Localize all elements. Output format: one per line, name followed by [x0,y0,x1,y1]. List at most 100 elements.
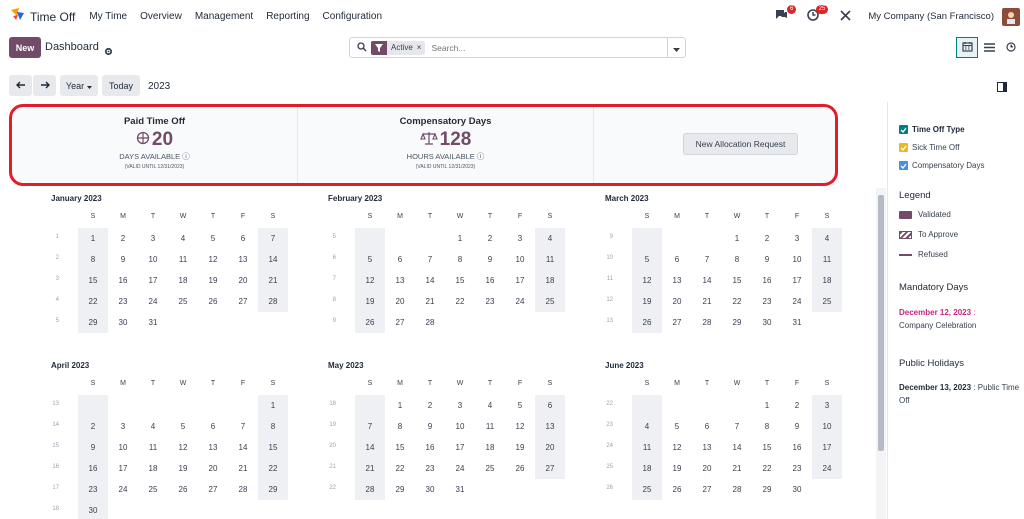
menu-configuration[interactable]: Configuration [323,11,382,22]
calendar-day[interactable]: 23 [78,479,108,500]
calendar-day[interactable]: 25 [475,458,505,479]
calendar-day[interactable]: 22 [258,458,288,479]
calendar-day[interactable]: 12 [505,416,535,437]
menu-my-time[interactable]: My Time [89,11,127,22]
calendar-day[interactable]: 30 [752,312,782,333]
calendar-day[interactable]: 18 [632,458,662,479]
calendar-day[interactable]: 28 [415,312,445,333]
calendar-day[interactable]: 1 [78,228,108,249]
calendar-day[interactable]: 12 [168,437,198,458]
calendar-day[interactable]: 19 [355,291,385,312]
calendar-day[interactable]: 6 [692,416,722,437]
calendar-day[interactable]: 25 [812,291,842,312]
calendar-day[interactable]: 30 [782,479,812,500]
calendar-day[interactable]: 15 [752,437,782,458]
calendar-day[interactable]: 21 [415,291,445,312]
calendar-day[interactable]: 19 [168,458,198,479]
calendar-day[interactable]: 3 [505,228,535,249]
calendar-day[interactable]: 20 [692,458,722,479]
calendar-day[interactable]: 27 [535,458,565,479]
calendar-day[interactable]: 5 [355,249,385,270]
calendar-day[interactable]: 8 [722,249,752,270]
calendar-day[interactable]: 7 [355,416,385,437]
calendar-day[interactable]: 8 [385,416,415,437]
calendar-day[interactable]: 21 [692,291,722,312]
calendar-day[interactable]: 3 [812,395,842,416]
scale-dropdown[interactable]: Year [60,75,98,96]
calendar-day[interactable]: 29 [78,312,108,333]
calendar-day[interactable]: 29 [258,479,288,500]
calendar-day[interactable]: 24 [505,291,535,312]
calendar-day[interactable]: 14 [258,249,288,270]
calendar-day[interactable]: 26 [168,479,198,500]
calendar-day[interactable]: 26 [505,458,535,479]
calendar-day[interactable]: 18 [475,437,505,458]
search-input[interactable] [431,42,632,53]
calendar-day[interactable]: 15 [385,437,415,458]
calendar-day[interactable]: 30 [78,500,108,519]
calendar-day[interactable]: 24 [812,458,842,479]
calendar-day[interactable]: 31 [138,312,168,333]
calendar-day[interactable]: 1 [752,395,782,416]
calendar-day[interactable]: 6 [198,416,228,437]
calendar-day[interactable]: 22 [385,458,415,479]
calendar-day[interactable]: 19 [632,291,662,312]
calendar-day[interactable]: 7 [415,249,445,270]
calendar-day[interactable]: 12 [632,270,662,291]
calendar-day[interactable]: 9 [108,249,138,270]
calendar-day[interactable]: 14 [415,270,445,291]
next-button[interactable] [33,75,56,96]
calendar-day[interactable]: 26 [198,291,228,312]
calendar-day[interactable]: 1 [722,228,752,249]
calendar-day[interactable]: 8 [445,249,475,270]
calendar-day[interactable]: 22 [78,291,108,312]
help-icon[interactable]: ⓘ [477,152,485,161]
calendar-day[interactable]: 6 [228,228,258,249]
activity-view-button[interactable] [1000,37,1022,58]
calendar-day[interactable]: 2 [782,395,812,416]
calendar-day[interactable]: 30 [415,479,445,500]
calendar-day[interactable]: 19 [198,270,228,291]
calendar-day[interactable]: 11 [168,249,198,270]
calendar-day[interactable]: 22 [445,291,475,312]
calendar-day[interactable]: 19 [505,437,535,458]
calendar-day[interactable]: 2 [415,395,445,416]
calendar-day[interactable]: 2 [475,228,505,249]
calendar-day[interactable]: 30 [108,312,138,333]
calendar-day[interactable]: 21 [258,270,288,291]
calendar-day[interactable]: 22 [722,291,752,312]
calendar-day[interactable]: 27 [228,291,258,312]
calendar-day[interactable]: 20 [228,270,258,291]
calendar-view-button[interactable] [956,37,978,58]
calendar-day[interactable]: 18 [812,270,842,291]
filter-sick-time-off[interactable]: Sick Time Off [899,143,959,152]
calendar-day[interactable]: 16 [78,458,108,479]
calendar-day[interactable]: 9 [475,249,505,270]
calendar-day[interactable]: 10 [108,437,138,458]
calendar-day[interactable]: 24 [108,479,138,500]
calendar-day[interactable]: 26 [662,479,692,500]
calendar-day[interactable]: 11 [812,249,842,270]
calendar-day[interactable]: 3 [138,228,168,249]
calendar-day[interactable]: 13 [198,437,228,458]
calendar-day[interactable]: 18 [535,270,565,291]
calendar-day[interactable]: 5 [505,395,535,416]
calendar-day[interactable]: 21 [355,458,385,479]
calendar-day[interactable]: 4 [475,395,505,416]
activities-button[interactable]: 25 [804,4,829,26]
calendar-day[interactable]: 16 [108,270,138,291]
calendar-day[interactable]: 2 [78,416,108,437]
calendar-day[interactable]: 9 [415,416,445,437]
calendar-day[interactable]: 25 [632,479,662,500]
calendar-day[interactable]: 27 [662,312,692,333]
calendar-day[interactable]: 11 [535,249,565,270]
today-button[interactable]: Today [102,75,140,96]
calendar-day[interactable]: 15 [258,437,288,458]
calendar-day[interactable]: 16 [415,437,445,458]
calendar-day[interactable]: 5 [632,249,662,270]
calendar-day[interactable]: 13 [385,270,415,291]
calendar-day[interactable]: 11 [475,416,505,437]
company-switcher[interactable]: My Company (San Francisco) [868,11,994,22]
calendar-day[interactable]: 6 [535,395,565,416]
calendar-day[interactable]: 7 [692,249,722,270]
